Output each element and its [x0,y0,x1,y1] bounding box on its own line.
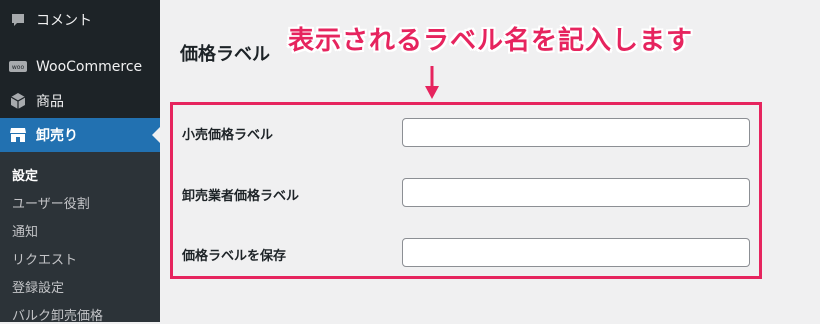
admin-sidebar: コメント woo WooCommerce 商品 卸売り 設定 ユーザー役割 通知… [0,0,160,324]
active-indicator [152,127,160,143]
svg-text:woo: woo [12,64,25,71]
comment-icon [8,10,28,30]
store-icon [8,125,28,145]
box-icon [8,91,28,111]
submenu-item-settings[interactable]: 設定 [12,165,38,184]
sidebar-item-products[interactable]: 商品 [0,84,160,118]
submenu-item-user-roles[interactable]: ユーザー役割 [12,193,90,212]
submenu-item-bulk-pricing[interactable]: バルク卸売価格 [12,305,103,324]
sidebar-item-comments[interactable]: コメント [0,3,160,37]
save-price-label-input[interactable] [402,238,750,267]
sidebar-item-wholesale[interactable]: 卸売り [0,118,160,152]
submenu-item-requests[interactable]: リクエスト [12,249,77,268]
retail-price-label: 小売価格ラベル [182,128,274,143]
sidebar-item-label: WooCommerce [36,59,143,75]
arrow-down-icon [425,66,439,99]
wholesale-submenu: 設定 ユーザー役割 通知 リクエスト 登録設定 バルク卸売価格 [0,152,160,324]
annotation-callout: 表示されるラベル名を記入します [288,26,694,56]
woo-icon: woo [8,57,28,77]
submenu-item-registration[interactable]: 登録設定 [12,277,64,296]
sidebar-item-label: 卸売り [36,128,78,144]
submenu-item-notifications[interactable]: 通知 [12,221,38,240]
sidebar-item-woocommerce[interactable]: woo WooCommerce [0,50,160,84]
page-title: 価格ラベル [180,44,270,65]
sidebar-item-label: コメント [36,13,92,29]
wholesaler-price-label: 卸売業者価格ラベル [182,189,300,204]
save-price-label: 価格ラベルを保存 [182,249,287,264]
sidebar-item-label: 商品 [36,94,64,110]
retail-price-label-input[interactable] [402,118,750,147]
wholesaler-price-label-input[interactable] [402,178,750,207]
